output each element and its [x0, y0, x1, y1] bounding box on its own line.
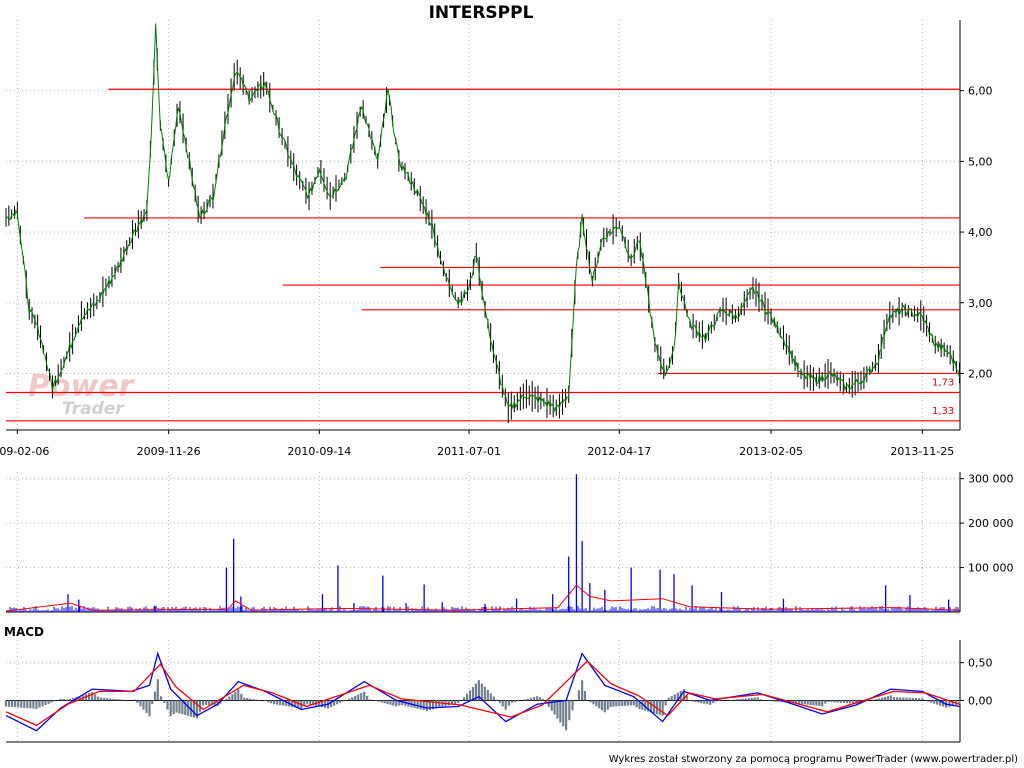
- level-label: 1,33: [932, 406, 954, 417]
- x-tick-label: 2013-02-05: [739, 445, 803, 458]
- level-label: 1,73: [932, 378, 954, 389]
- x-tick-label: 2011-07-01: [437, 445, 501, 458]
- x-tick-label: 2012-04-17: [587, 445, 651, 458]
- chart-background: [0, 0, 1024, 768]
- watermark-trader: Trader: [62, 399, 125, 419]
- y-tick-label: 300 000: [968, 473, 1014, 486]
- y-tick-label: 6,00: [968, 85, 993, 98]
- macd-label: MACD: [4, 625, 44, 639]
- x-tick-label: 2013-11-25: [890, 445, 954, 458]
- y-tick-label: 0,00: [968, 694, 993, 707]
- y-tick-label: 100 000: [968, 562, 1014, 575]
- y-tick-label: 3,00: [968, 297, 993, 310]
- chart: Power Trader INTERSPPL 2009-02-062009-11…: [0, 0, 1024, 768]
- chart-title: INTERSPPL: [429, 3, 534, 23]
- footer-credit: Wykres został stworzony za pomocą progra…: [609, 754, 1018, 765]
- y-tick-label: 5,00: [968, 155, 993, 168]
- y-tick-label: 0,50: [968, 657, 993, 670]
- x-tick-label: 2010-09-14: [287, 445, 351, 458]
- x-tick-label: 2009-02-06: [0, 445, 49, 458]
- y-tick-label: 4,00: [968, 226, 993, 239]
- x-tick-label: 2009-11-26: [137, 445, 201, 458]
- y-tick-label: 200 000: [968, 517, 1014, 530]
- y-tick-label: 2,00: [968, 367, 993, 380]
